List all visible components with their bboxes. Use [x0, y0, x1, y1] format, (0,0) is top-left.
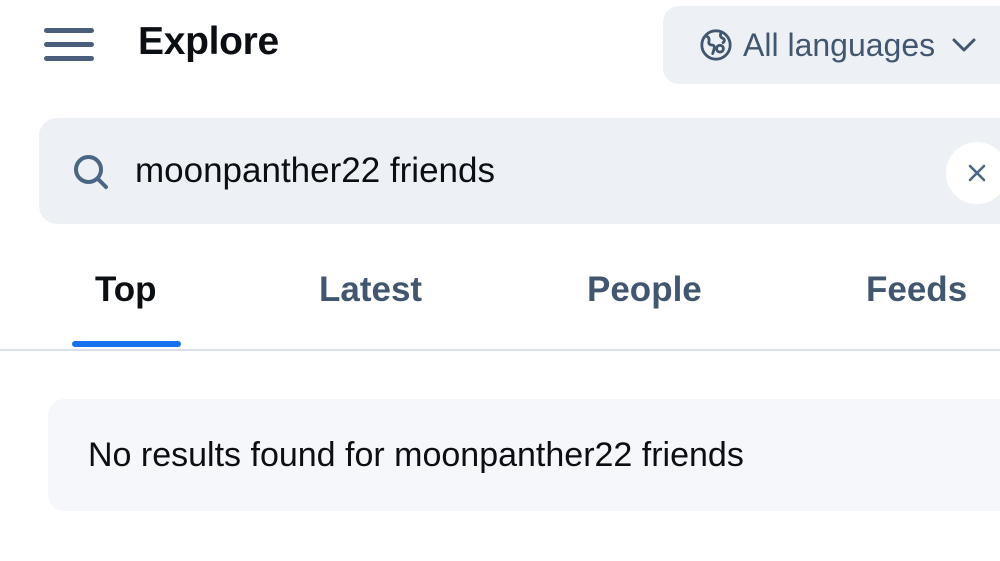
menu-button[interactable]: [44, 24, 100, 64]
empty-results-card: No results found for moonpanther22 frien…: [48, 399, 1000, 511]
chevron-down-icon: [952, 38, 976, 52]
page-title: Explore: [138, 20, 279, 63]
close-icon: [968, 164, 986, 182]
hamburger-menu-icon: [44, 27, 94, 33]
tab-latest[interactable]: Latest: [319, 270, 422, 310]
tab-people[interactable]: People: [587, 270, 702, 310]
active-tab-indicator: [72, 341, 181, 347]
search-bar: [39, 118, 1000, 224]
language-filter-label: All languages: [743, 26, 936, 63]
explore-page: Explore All languages Top Latest People: [0, 0, 1000, 561]
search-icon: [74, 155, 108, 189]
tab-top[interactable]: Top: [95, 270, 157, 310]
globe-icon: [700, 29, 732, 61]
search-tabs: Top Latest People Feeds: [0, 262, 1000, 351]
search-input[interactable]: [135, 144, 915, 198]
clear-search-button[interactable]: [946, 142, 1000, 204]
language-filter-button[interactable]: All languages: [663, 6, 1000, 84]
no-results-message: No results found for moonpanther22 frien…: [88, 435, 744, 474]
tab-feeds[interactable]: Feeds: [866, 270, 967, 310]
hamburger-menu-icon-bar: [44, 55, 94, 61]
hamburger-menu-icon-bar: [44, 41, 94, 47]
